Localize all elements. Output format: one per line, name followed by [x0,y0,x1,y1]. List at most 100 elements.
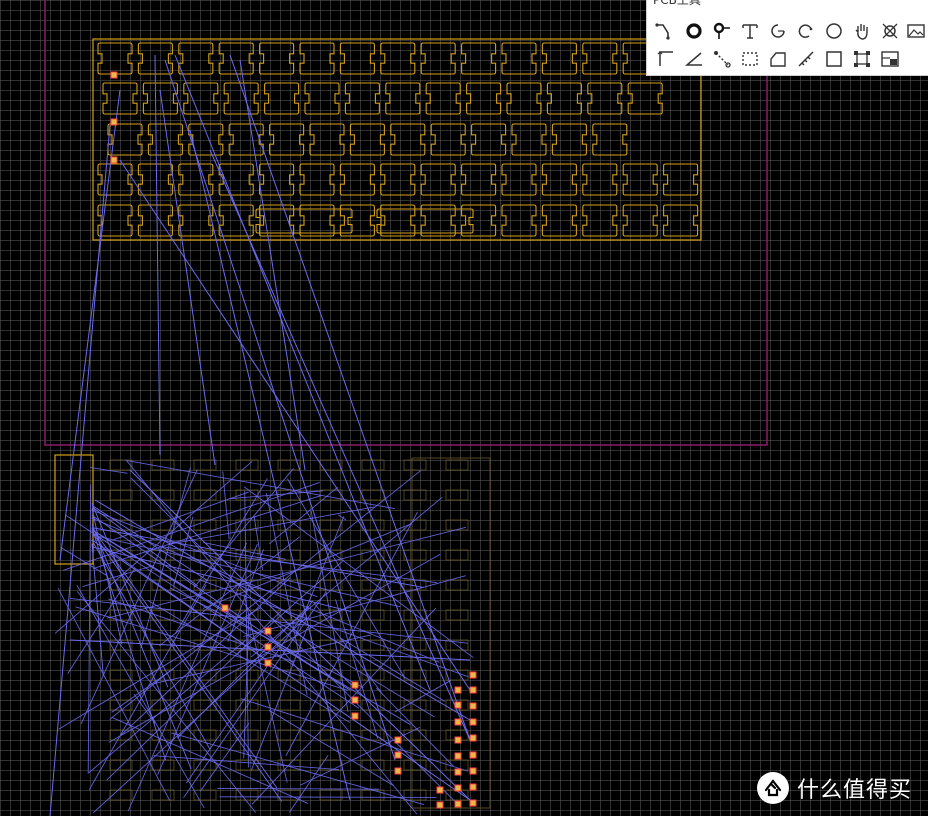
track-tool-button[interactable] [651,18,677,44]
ratsnest-line [338,514,347,521]
arc-center-tool-button[interactable] [765,18,791,44]
footprint-outline [109,579,133,591]
ratsnest-line [193,468,294,588]
circle-icon [826,23,842,39]
angle-tool-button[interactable] [681,46,707,72]
keycap-outline [218,42,254,75]
pcb-tools-panel: PCB工具 [646,0,928,76]
keycap-outline [178,204,214,237]
footprint-outline [403,459,427,471]
footprint-outline [235,699,259,711]
solid-region-tool-button[interactable] [765,46,791,72]
ratsnest-line [80,469,198,725]
keycap-outline [380,42,416,75]
pad [454,768,462,776]
keycap-outline [501,163,537,196]
keycap-outline [228,123,264,156]
keycap-outline [390,123,426,156]
keycap-outline [461,163,497,196]
ratsnest-line [49,124,111,816]
footprint-outline [445,579,469,591]
ratsnest-line [289,755,329,813]
connect-icon [714,51,731,68]
keycap-outline [506,82,542,115]
pad [436,801,444,809]
keycap-outline [461,42,497,75]
ratsnest-line [91,503,169,688]
ratsnest-line [109,469,422,720]
pad [469,783,477,791]
pad [351,681,359,689]
panel-title: PCB工具 [653,0,701,7]
keycap-outline [299,204,335,237]
rectangle-tool-button[interactable] [821,46,847,72]
image-tool-button[interactable] [903,18,928,44]
ratsnest-line [76,585,205,809]
footprint-outline [235,459,259,471]
pad-icon [686,23,702,39]
keycap-outline [541,204,577,237]
keycap-outline [420,163,456,196]
dimension-tool-button[interactable] [653,46,679,72]
ratsnest-line [87,484,92,774]
footprint-outline [361,459,385,471]
footprint-outline [361,699,385,711]
footprint-outline [193,459,217,471]
footprint-outline [445,609,469,621]
keycap-outline [420,204,456,237]
keycap-outline [425,82,461,115]
hole-tool-button[interactable] [877,18,903,44]
keycap-outline [269,123,305,156]
keycap-outline [188,123,224,156]
pad [454,784,462,792]
ratsnest-line [198,579,469,678]
footprint-outline [319,789,343,801]
pad [454,736,462,744]
connect-tool-button[interactable] [709,46,735,72]
text-tool-button[interactable] [737,18,763,44]
pad [264,659,272,667]
pad-tool-button[interactable] [681,18,707,44]
keycap-outline [546,82,582,115]
ratsnest-line [281,647,411,725]
arc-center-icon [771,24,785,38]
footprint-outline [193,489,217,501]
pad [469,799,477,807]
keycap-outline [380,163,416,196]
keycap-outline [582,42,618,75]
ratsnest-line [91,504,209,582]
via-tool-button[interactable] [709,18,735,44]
pad [221,604,229,612]
pad [110,71,118,79]
ratsnest-lines [49,54,474,816]
pad [469,686,477,694]
group-tool-button[interactable] [849,46,875,72]
pcb-drawing[interactable] [0,0,928,816]
pad [469,767,477,775]
canvas-settings-tool-button[interactable] [877,46,903,72]
footprint-outline [319,639,343,651]
pan-tool-button[interactable] [849,18,875,44]
keycap-outline [627,82,663,115]
footprint-outline [319,699,343,711]
watermark-logo [757,772,789,804]
copper-area-tool-button[interactable] [737,46,763,72]
keycap-outline [663,163,699,196]
measure-tool-button[interactable] [793,46,819,72]
keycap-outline [107,123,143,156]
copper-area-icon [742,52,758,66]
keycap-outline [339,163,375,196]
keycap-outline [299,163,335,196]
solid-region-icon [770,52,786,67]
keycap-outline [430,123,466,156]
footprint-outline [109,459,133,471]
circle-tool-button[interactable] [821,18,847,44]
footprint-outline [151,789,175,801]
pcb-canvas[interactable] [0,0,928,816]
ratsnest-line [299,726,420,786]
keycap-outline [471,123,507,156]
pad [469,751,477,759]
footprint-outline [193,729,217,741]
arc-tool-button[interactable] [793,18,819,44]
canvas-settings-icon [881,51,899,67]
